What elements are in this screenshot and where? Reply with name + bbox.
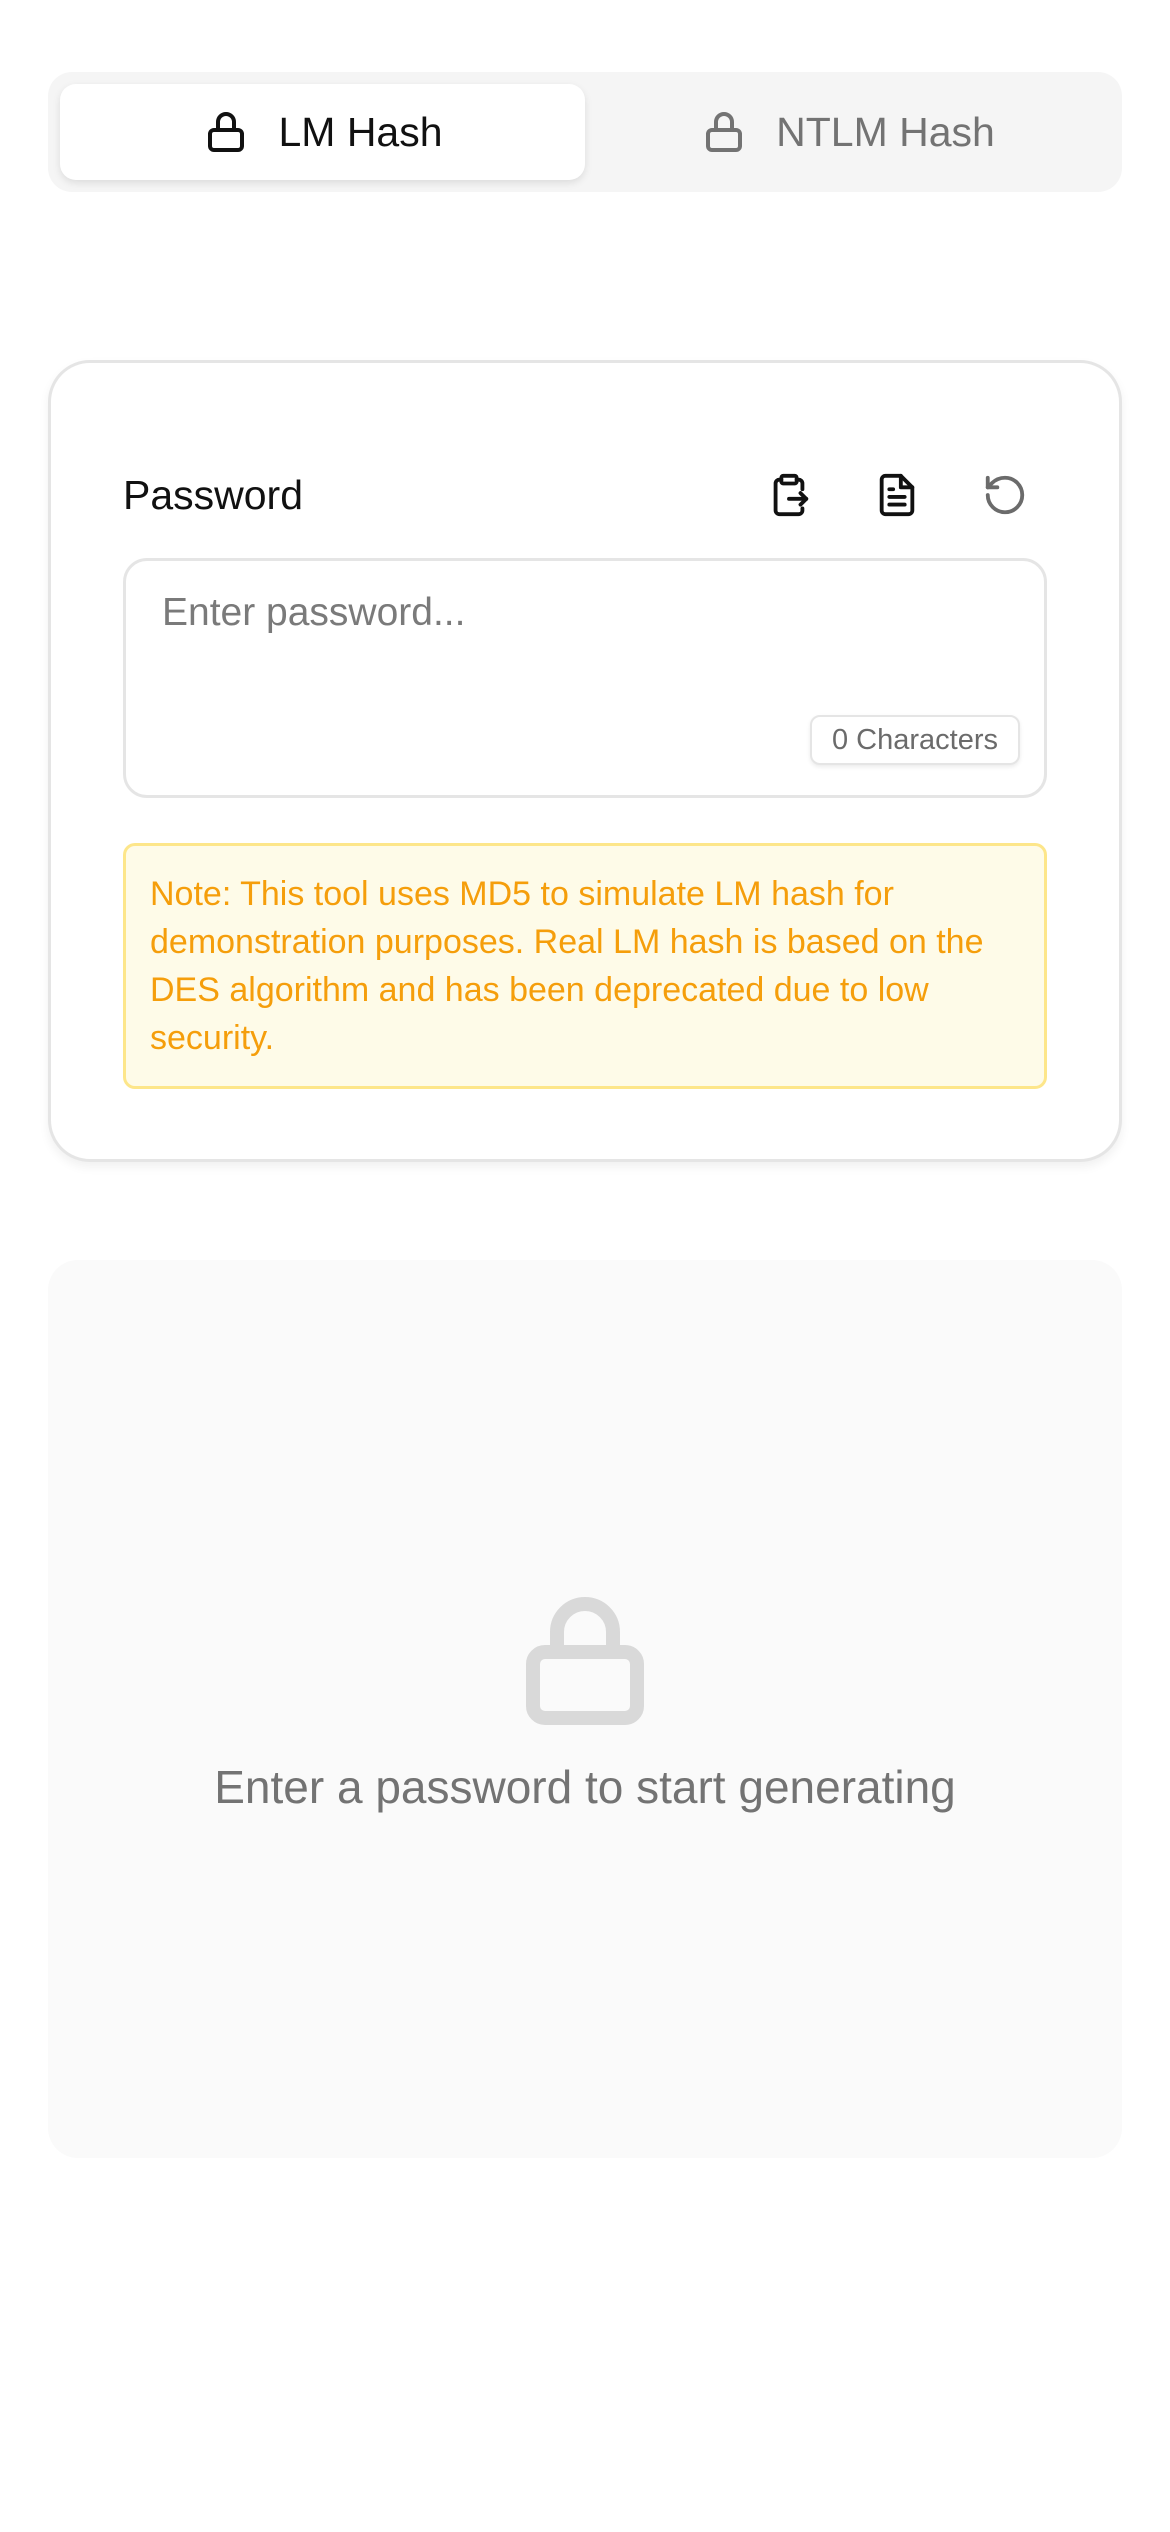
lock-icon (208, 112, 245, 152)
tab-lm-hash[interactable]: LM Hash (60, 84, 585, 180)
load-file-button[interactable] (855, 453, 939, 537)
password-input-box: 0 Characters (123, 558, 1047, 798)
paste-button[interactable] (747, 453, 831, 537)
tab-label: LM Hash (278, 108, 443, 155)
empty-state-message: Enter a password to start generating (214, 1761, 956, 1813)
hash-type-tabs: LM Hash NTLM Hash (48, 72, 1122, 192)
file-text-icon (879, 473, 915, 517)
security-note: Note: This tool uses MD5 to simulate LM … (123, 843, 1047, 1089)
character-count-badge: 0 Characters (809, 715, 1020, 765)
page: LM Hash NTLM Hash Password Enter passwor… (0, 0, 1170, 2532)
password-card-header: Password (123, 453, 1047, 537)
result-empty-state: Enter a password to start generating (48, 1260, 1122, 2158)
reset-button[interactable] (963, 453, 1047, 537)
tab-label: NTLM Hash (776, 108, 995, 155)
paste-icon (773, 473, 809, 517)
lock-icon (706, 112, 743, 152)
password-card: Password Enter password... 0 Characters … (48, 360, 1122, 1162)
lock-icon (526, 1597, 644, 1725)
password-label: Password (123, 471, 304, 518)
reset-icon (985, 475, 1025, 515)
tab-ntlm-hash[interactable]: NTLM Hash (585, 84, 1110, 180)
password-actions (747, 453, 1047, 537)
